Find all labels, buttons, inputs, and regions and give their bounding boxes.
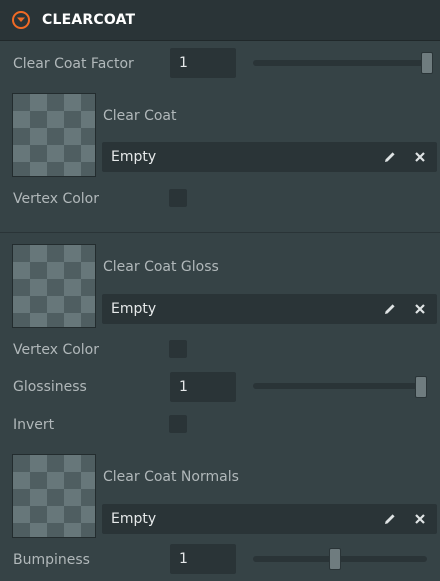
glossiness-input[interactable]: 1 bbox=[170, 372, 236, 402]
clear-coat-gloss-thumbnail[interactable] bbox=[12, 244, 96, 328]
clear-coat-normals-thumbnail[interactable] bbox=[12, 454, 96, 538]
clear-coat-thumbnail[interactable] bbox=[12, 93, 96, 177]
section-title: CLEARCOAT bbox=[42, 12, 136, 28]
clear-coat-asset-field[interactable]: Empty bbox=[102, 142, 437, 172]
asset-value: Empty bbox=[111, 511, 157, 527]
gloss-vertex-color-checkbox[interactable] bbox=[169, 340, 187, 358]
pencil-icon[interactable] bbox=[383, 302, 397, 316]
section-header[interactable]: CLEARCOAT bbox=[0, 0, 440, 41]
clear-coat-vertex-color-checkbox[interactable] bbox=[169, 189, 187, 207]
clear-coat-factor-slider-handle[interactable] bbox=[421, 52, 433, 74]
clear-coat-normals-map-label: Clear Coat Normals bbox=[103, 469, 239, 485]
clear-coat-factor-label: Clear Coat Factor bbox=[13, 56, 134, 72]
pencil-icon[interactable] bbox=[383, 512, 397, 526]
invert-label: Invert bbox=[13, 417, 55, 433]
divider bbox=[0, 232, 440, 233]
bumpiness-label: Bumpiness bbox=[13, 552, 90, 568]
clear-coat-gloss-asset-field[interactable]: Empty bbox=[102, 294, 437, 324]
clear-coat-normals-asset-field[interactable]: Empty bbox=[102, 504, 437, 534]
clear-coat-gloss-map-label: Clear Coat Gloss bbox=[103, 259, 219, 275]
clear-coat-factor-input[interactable]: 1 bbox=[170, 48, 236, 78]
close-icon[interactable] bbox=[413, 150, 427, 164]
clear-coat-vertex-color-label: Vertex Color bbox=[13, 191, 100, 207]
glossiness-slider-handle[interactable] bbox=[415, 376, 427, 398]
invert-checkbox[interactable] bbox=[169, 415, 187, 433]
close-icon[interactable] bbox=[413, 512, 427, 526]
asset-value: Empty bbox=[111, 301, 157, 317]
glossiness-label: Glossiness bbox=[13, 379, 87, 395]
clear-coat-map-label: Clear Coat bbox=[103, 108, 177, 124]
chevron-down-circle-icon[interactable] bbox=[12, 11, 30, 29]
pencil-icon[interactable] bbox=[383, 150, 397, 164]
glossiness-slider[interactable] bbox=[253, 383, 427, 389]
close-icon[interactable] bbox=[413, 302, 427, 316]
bumpiness-slider-handle[interactable] bbox=[329, 548, 341, 570]
gloss-vertex-color-label: Vertex Color bbox=[13, 342, 100, 358]
bumpiness-input[interactable]: 1 bbox=[170, 544, 236, 574]
asset-value: Empty bbox=[111, 149, 157, 165]
clear-coat-factor-slider[interactable] bbox=[253, 60, 427, 66]
